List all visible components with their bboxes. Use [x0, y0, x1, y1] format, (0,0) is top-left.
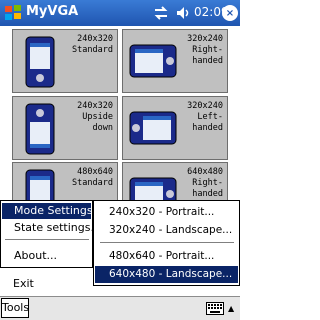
submenu-item-240x320-portrait[interactable]: 240x320 - Portrait...: [95, 204, 238, 221]
mode-label: 480x640 Standard: [72, 167, 113, 188]
submenu-item-640x480-landscape[interactable]: 640x480 - Landscape...: [95, 266, 238, 283]
mode-cell-240x320-standard[interactable]: 240x320 Standard: [12, 29, 118, 93]
sip-arrow-icon[interactable]: ▲: [228, 304, 234, 313]
menu-item-mode-settings[interactable]: Mode Settings: [2, 203, 93, 219]
device-upside-down-icon: [25, 103, 55, 155]
app-title: MyVGA: [26, 4, 79, 19]
menu-bar: Tools ▲: [0, 296, 240, 320]
device-landscape-icon: [129, 44, 177, 78]
mode-cell-320x240-right-handed[interactable]: 320x240 Right- handed: [122, 29, 228, 93]
menu-item-state-settings[interactable]: State settings...: [2, 220, 101, 236]
mode-label: 240x320 Upside down: [77, 101, 113, 133]
windows-flag-icon[interactable]: [4, 4, 22, 22]
submenu-item-320x240-landscape[interactable]: 320x240 - Landscape...: [95, 222, 238, 239]
close-icon: ×: [225, 7, 235, 19]
mode-settings-submenu: 240x320 - Portrait... 320x240 - Landscap…: [93, 200, 240, 286]
mode-label: 640x480 Right- handed: [187, 167, 223, 199]
title-bar: MyVGA 02:09 ×: [0, 0, 240, 26]
submenu-item-480x640-portrait[interactable]: 480x640 - Portrait...: [95, 248, 238, 265]
mode-label: 240x320 Standard: [72, 34, 113, 55]
mode-label: 320x240 Left- handed: [187, 101, 223, 133]
volume-icon[interactable]: [175, 5, 191, 21]
submenu-separator: [100, 242, 234, 243]
device-landscape-left-icon: [129, 111, 177, 145]
device-portrait-icon: [25, 36, 55, 88]
connectivity-icon[interactable]: [153, 5, 169, 21]
tools-menu-button[interactable]: Tools: [1, 298, 29, 318]
menu-item-about[interactable]: About...: [2, 248, 91, 264]
mode-cell-240x320-upside-down[interactable]: 240x320 Upside down: [12, 96, 118, 160]
menu-separator: [5, 239, 89, 240]
tools-menu: Mode Settings State settings... About...: [0, 200, 101, 268]
menu-item-exit[interactable]: Exit: [1, 276, 93, 292]
mode-label: 320x240 Right- handed: [187, 34, 223, 66]
mode-cell-320x240-left-handed[interactable]: 320x240 Left- handed: [122, 96, 228, 160]
keyboard-icon[interactable]: [206, 302, 224, 315]
close-button[interactable]: ×: [222, 5, 238, 21]
